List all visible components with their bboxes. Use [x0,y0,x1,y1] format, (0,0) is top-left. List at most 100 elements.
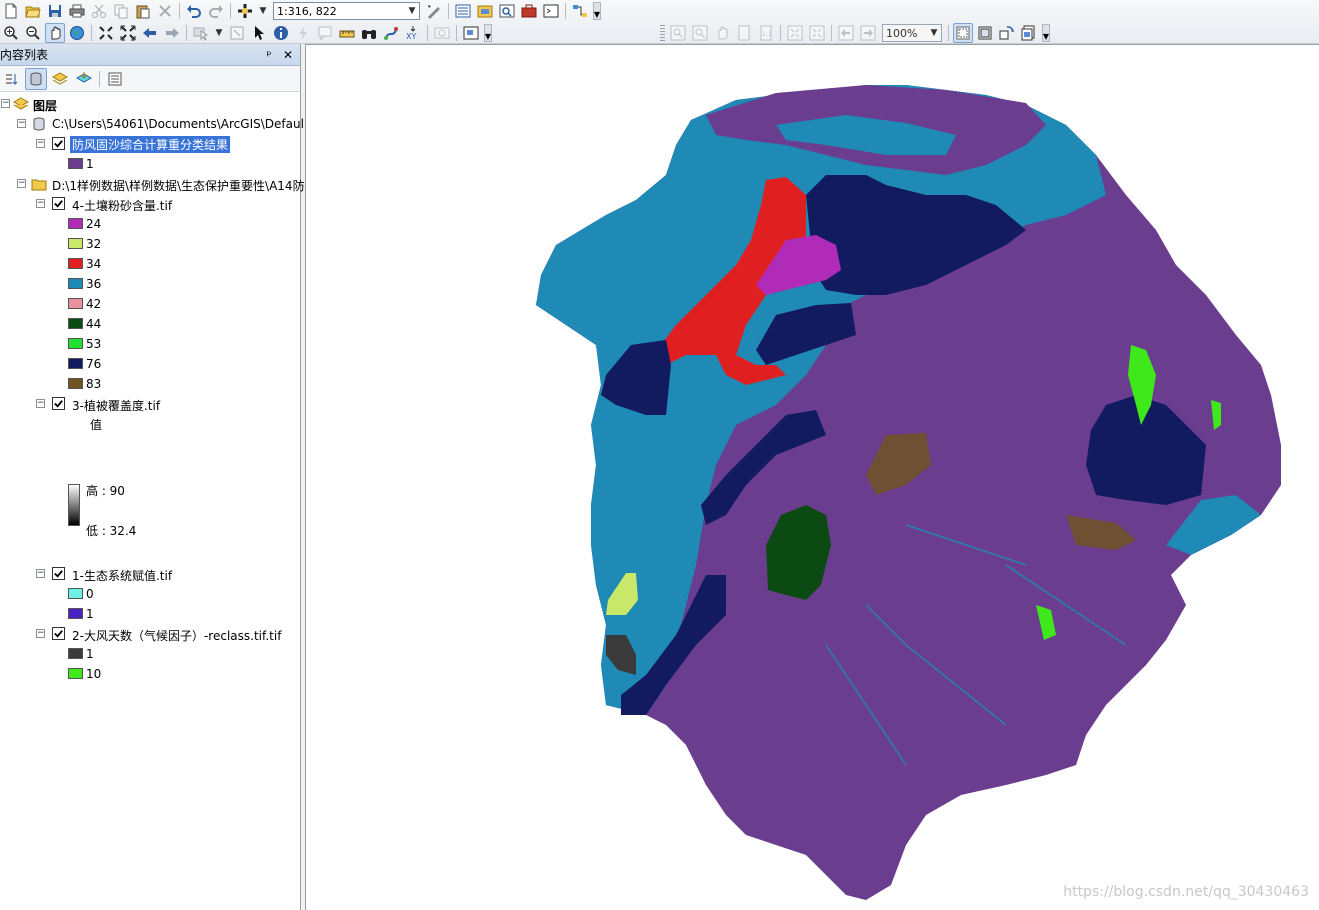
zoom-100-button[interactable]: 1:1 [756,23,776,43]
select-features-dropdown[interactable]: ▼ [212,25,226,41]
open-button[interactable] [23,1,43,21]
redo-button[interactable] [206,1,226,21]
measure-tool[interactable] [337,23,357,43]
legend-swatch[interactable] [68,668,83,679]
zoom-out-tool[interactable] [23,23,43,43]
legend-swatch[interactable] [68,318,83,329]
list-by-drawing-order-button[interactable] [1,68,23,90]
focus-data-frame-button[interactable] [975,23,995,43]
clear-selection-button[interactable] [227,23,247,43]
select-elements-tool[interactable] [249,23,269,43]
pan-tool[interactable] [45,23,65,43]
legend-swatch[interactable] [68,648,83,659]
collapse-icon[interactable]: − [36,629,45,638]
fixed-zoom-in-layout-button[interactable] [785,23,805,43]
copy-button[interactable] [111,1,131,21]
chevron-down-icon[interactable]: ▼ [927,25,941,41]
legend-swatch[interactable] [68,358,83,369]
legend-swatch[interactable] [68,258,83,269]
new-document-button[interactable] [1,1,21,21]
collapse-icon[interactable]: − [36,569,45,578]
toolbar-overflow-chevron[interactable]: ▼ [1042,24,1050,42]
chevron-down-icon[interactable]: ▼ [405,3,419,19]
modelbuilder-button[interactable] [570,1,590,21]
layer-name[interactable]: 防风固沙综合计算重分类结果 [70,136,231,153]
python-window-button[interactable] [541,1,561,21]
layout-forward-extent-button[interactable] [858,23,878,43]
layer-visibility-checkbox[interactable] [52,627,65,640]
collapse-icon[interactable]: − [36,399,45,408]
layout-pan-button[interactable] [712,23,732,43]
collapse-icon[interactable]: − [17,119,26,128]
collapse-icon[interactable]: − [17,179,26,188]
legend-swatch[interactable] [68,278,83,289]
collapse-icon[interactable]: − [1,99,10,108]
toggle-draft-mode-button[interactable] [953,23,973,43]
html-popup-tool[interactable] [315,23,335,43]
legend-swatch[interactable] [68,218,83,229]
find-route-tool[interactable] [381,23,401,43]
layout-zoom-combobox[interactable]: 100% ▼ [882,24,942,42]
find-tool[interactable] [359,23,379,43]
layer-visibility-checkbox[interactable] [52,567,65,580]
layout-zoom-in-button[interactable] [668,23,688,43]
change-layout-button[interactable] [997,23,1017,43]
add-data-button[interactable] [235,1,255,21]
fixed-zoom-in-button[interactable] [96,23,116,43]
editor-toolbar-button[interactable] [424,1,444,21]
layer-name[interactable]: 1-生态系统赋值.tif [72,567,172,584]
layer-name[interactable]: 4-土壤粉砂含量.tif [72,197,172,214]
go-forward-extent-button[interactable] [162,23,182,43]
legend-swatch[interactable] [68,298,83,309]
layout-zoom-out-button[interactable] [690,23,710,43]
save-button[interactable] [45,1,65,21]
layout-back-extent-button[interactable] [836,23,856,43]
toolbar-grip[interactable] [660,25,665,41]
go-to-xy-tool[interactable]: XY [403,23,423,43]
legend-swatch[interactable] [68,588,83,599]
layer-visibility-checkbox[interactable] [52,397,65,410]
zoom-in-tool[interactable] [1,23,21,43]
map-view[interactable]: https://blog.csdn.net/qq_30430463 [305,44,1319,910]
time-slider-button[interactable] [432,23,452,43]
go-back-extent-button[interactable] [140,23,160,43]
search-window-button[interactable] [497,1,517,21]
table-of-contents-button[interactable] [453,1,473,21]
toolbar-overflow-chevron[interactable]: ▼ [484,24,492,42]
layer-visibility-checkbox[interactable] [52,137,65,150]
close-icon[interactable]: ✕ [281,48,295,62]
print-button[interactable] [67,1,87,21]
identify-tool[interactable] [271,23,291,43]
fixed-zoom-out-layout-button[interactable] [807,23,827,43]
legend-swatch[interactable] [68,238,83,249]
layer-name[interactable]: 2-大风天数（气候因子）-reclass.tif.tif [72,627,281,644]
zoom-whole-page-button[interactable] [734,23,754,43]
list-by-selection-button[interactable] [73,68,95,90]
catalog-button[interactable] [475,1,495,21]
legend-swatch[interactable] [68,378,83,389]
list-by-source-button[interactable] [25,67,47,90]
fixed-zoom-out-button[interactable] [118,23,138,43]
collapse-icon[interactable]: − [36,199,45,208]
legend-swatch[interactable] [68,608,83,619]
legend-swatch[interactable] [68,338,83,349]
collapse-icon[interactable]: − [36,139,45,148]
create-viewer-window-button[interactable] [461,23,481,43]
undo-button[interactable] [184,1,204,21]
list-by-visibility-button[interactable] [49,68,71,90]
layer-name[interactable]: 3-植被覆盖度.tif [72,397,160,414]
hyperlink-tool[interactable] [293,23,313,43]
paste-button[interactable] [133,1,153,21]
legend-swatch[interactable] [68,158,83,169]
arctoolbox-button[interactable] [519,1,539,21]
stretch-color-ramp[interactable] [68,484,80,526]
map-canvas[interactable] [306,45,1319,910]
map-scale-combobox[interactable]: 1:316, 822 ▼ [273,2,420,20]
layer-visibility-checkbox[interactable] [52,197,65,210]
cut-button[interactable] [89,1,109,21]
full-extent-button[interactable] [67,23,87,43]
delete-button[interactable] [155,1,175,21]
select-features-tool[interactable] [191,23,211,43]
pin-icon[interactable]: ᵖ [262,48,276,62]
data-driven-pages-button[interactable] [1019,23,1039,43]
